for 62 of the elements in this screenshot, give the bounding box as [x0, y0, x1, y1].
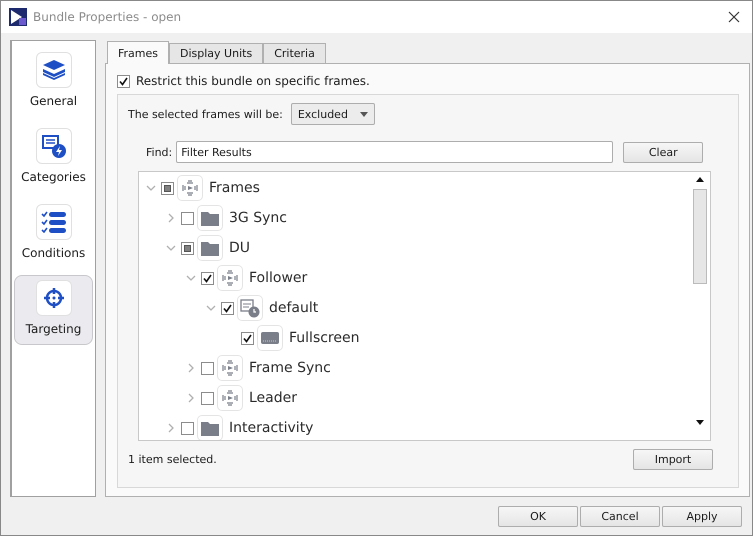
- card-bolt-icon: [42, 134, 66, 158]
- app-logo-icon: [9, 8, 27, 26]
- checkbox[interactable]: [201, 392, 214, 404]
- broadcast-icon: [221, 269, 239, 287]
- dialog-button[interactable]: Apply: [662, 506, 742, 526]
- tree-item-label[interactable]: default: [269, 300, 318, 316]
- find-field[interactable]: Filter Results: [176, 141, 614, 163]
- chevron-down-icon[interactable]: [166, 243, 176, 253]
- tree-item-label[interactable]: Interactivity: [229, 420, 314, 436]
- chevron-down-icon[interactable]: [146, 183, 156, 193]
- chevron-down-icon[interactable]: [186, 273, 196, 283]
- broadcast-icon: [181, 179, 199, 197]
- checkbox[interactable]: [241, 332, 254, 344]
- folder-icon: [201, 420, 219, 436]
- chevron-right-icon[interactable]: [186, 393, 196, 403]
- broadcast-icon: [221, 359, 239, 377]
- checkbox[interactable]: [161, 182, 174, 194]
- chevron-right-icon[interactable]: [166, 213, 176, 223]
- tab[interactable]: Display Units: [169, 43, 264, 63]
- find-label: Find:: [146, 146, 172, 158]
- sidebar-item[interactable]: Conditions: [14, 199, 93, 269]
- dialog-button[interactable]: OK: [498, 506, 578, 526]
- folder-icon: [201, 210, 219, 226]
- tree-item-label[interactable]: DU: [229, 240, 250, 256]
- chevron-right-icon[interactable]: [166, 423, 176, 433]
- checkbox[interactable]: [201, 362, 214, 374]
- mode-dropdown[interactable]: Excluded: [290, 103, 375, 125]
- import-button[interactable]: Import: [633, 449, 713, 470]
- close-icon[interactable]: [728, 11, 740, 23]
- folder-icon: [201, 240, 219, 256]
- checkbox[interactable]: [221, 302, 234, 314]
- checkbox-label: Restrict this bundle on specific frames.: [136, 74, 370, 88]
- tree-item-label[interactable]: 3G Sync: [229, 210, 287, 226]
- layers-icon: [42, 59, 66, 81]
- tree-item-label[interactable]: Fullscreen: [289, 330, 360, 346]
- broadcast-icon: [221, 389, 239, 407]
- checkbox[interactable]: [181, 212, 194, 224]
- chevron-right-icon[interactable]: [186, 363, 196, 373]
- checkbox[interactable]: [181, 242, 194, 254]
- screen-icon: [261, 332, 279, 344]
- mode-label: The selected frames will be:: [128, 108, 283, 120]
- window-title: Bundle Properties - open: [33, 10, 182, 24]
- dialog-button[interactable]: Cancel: [580, 506, 660, 526]
- caret-icon: [360, 112, 368, 116]
- sidebar-item[interactable]: General: [14, 47, 93, 117]
- status-text: 1 item selected.: [128, 453, 217, 466]
- checklist-icon: [40, 211, 66, 233]
- sidebar-item[interactable]: Targeting: [14, 275, 93, 345]
- checkbox[interactable]: [201, 272, 214, 284]
- chevron-down-icon[interactable]: [206, 303, 216, 313]
- tree-item-label[interactable]: Follower: [249, 270, 308, 286]
- calendar-clock-icon: [240, 298, 260, 318]
- crosshair-icon: [42, 287, 64, 309]
- tree-item-label[interactable]: Leader: [249, 390, 298, 406]
- tree-item-label[interactable]: Frames: [209, 180, 260, 196]
- checkbox[interactable]: [117, 74, 130, 88]
- checkbox[interactable]: [181, 422, 194, 434]
- tab[interactable]: Frames: [107, 41, 170, 64]
- tree-item-label[interactable]: Frame Sync: [249, 360, 331, 376]
- tab[interactable]: Criteria: [263, 43, 326, 63]
- clear-button[interactable]: Clear: [623, 142, 704, 162]
- sidebar-item[interactable]: Categories: [14, 123, 93, 193]
